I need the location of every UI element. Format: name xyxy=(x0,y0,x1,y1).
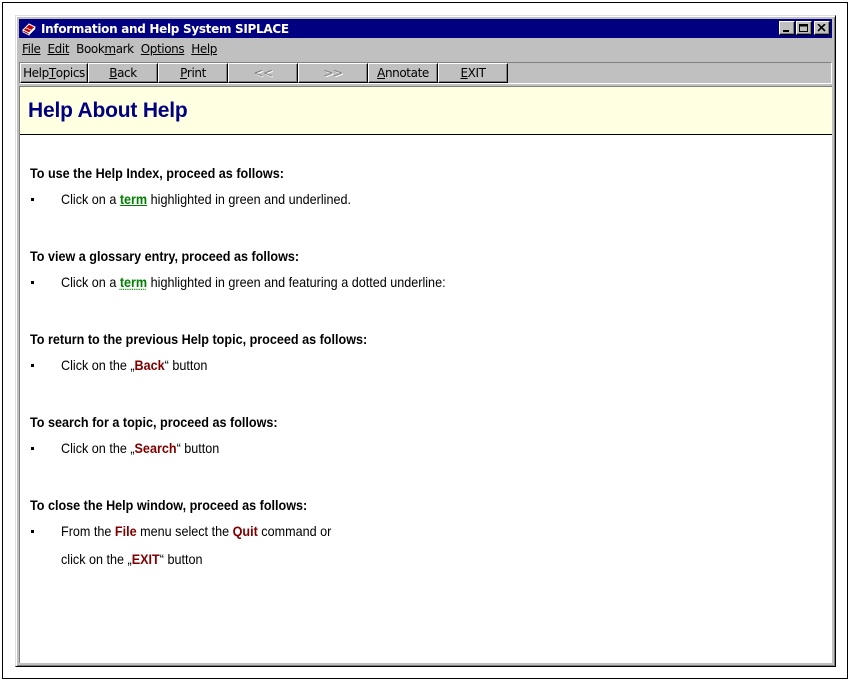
instruction-text: command or xyxy=(257,523,332,539)
close-icon xyxy=(817,24,826,32)
maximize-button[interactable] xyxy=(796,21,812,35)
previous-label: << xyxy=(253,66,273,80)
instruction-text: Click on a xyxy=(61,274,120,290)
instruction-text: Click on a xyxy=(61,191,120,207)
bullet xyxy=(31,281,34,284)
help-topics-button[interactable]: Help Topics xyxy=(20,63,88,83)
menu-options[interactable]: Options xyxy=(138,42,189,56)
instruction-text: “ button xyxy=(176,440,220,456)
annotate-post: nnotate xyxy=(384,66,429,80)
menu-help[interactable]: Help xyxy=(188,42,221,56)
section-heading-close: To close the Help window, proceed as fol… xyxy=(30,497,308,513)
print-post: rint xyxy=(186,66,206,80)
term-link[interactable]: term xyxy=(120,191,147,207)
button-bar-filler xyxy=(508,63,831,83)
window-controls xyxy=(778,21,830,35)
next-label: >> xyxy=(323,66,343,80)
page-title: Help About Help xyxy=(28,99,188,122)
instruction-glossary: Click on a term highlighted in green and… xyxy=(61,274,446,290)
print-ul: P xyxy=(180,66,187,80)
exit-ul: E xyxy=(460,66,468,80)
instruction-text: Click on the „ xyxy=(61,357,135,373)
button-bar: Help Topics Back Print << >> Annotate EX… xyxy=(19,62,832,84)
next-button[interactable]: >> xyxy=(298,63,368,83)
bullet xyxy=(31,364,34,367)
menu-options-label: Options xyxy=(140,42,185,56)
annotate-ul: A xyxy=(377,66,385,80)
instruction-text: From the xyxy=(61,523,115,539)
menu-bookmark-pre: Book xyxy=(76,42,105,56)
topic-header: Help About Help xyxy=(20,87,832,135)
instruction-close: From the File menu select the Quit comma… xyxy=(61,523,331,539)
menu-edit-label: Edit xyxy=(47,42,70,56)
instruction-text: “ button xyxy=(159,551,203,567)
keyword-quit: Quit xyxy=(232,523,258,539)
back-ul: B xyxy=(109,66,118,80)
instruction-text: click on the „ xyxy=(61,551,132,567)
instruction-search: Click on the „Search“ button xyxy=(61,440,219,456)
instruction-text: Click on the „ xyxy=(61,440,135,456)
back-post: ack xyxy=(117,66,137,80)
book-icon xyxy=(22,22,36,36)
previous-button[interactable]: << xyxy=(228,63,298,83)
menu-file-label: File xyxy=(22,42,41,56)
menu-bookmark-ul: m xyxy=(104,42,116,56)
section-heading-back: To return to the previous Help topic, pr… xyxy=(30,331,368,347)
close-button[interactable] xyxy=(814,21,830,35)
print-button[interactable]: Print xyxy=(158,63,228,83)
keyword-back: Back xyxy=(134,357,165,373)
bullet xyxy=(31,198,34,201)
keyword-exit: EXIT xyxy=(131,551,160,567)
section-heading-help-index: To use the Help Index, proceed as follow… xyxy=(30,165,284,181)
menu-bookmark-post: ark xyxy=(115,42,134,56)
help-topics-ul: T xyxy=(48,66,56,80)
menu-bookmark[interactable]: Bookmark xyxy=(73,42,138,56)
maximize-icon xyxy=(799,24,808,32)
minimize-button[interactable] xyxy=(779,21,795,35)
menu-edit[interactable]: Edit xyxy=(44,42,73,56)
help-content-pane[interactable]: Help About Help To use the Help Index, p… xyxy=(19,86,832,663)
help-topics-pre: Help xyxy=(23,66,49,80)
menu-help-label: Help xyxy=(191,42,218,56)
section-heading-glossary: To view a glossary entry, proceed as fol… xyxy=(30,248,300,264)
instruction-back: Click on the „Back“ button xyxy=(61,357,207,373)
menu-file[interactable]: File xyxy=(19,42,44,56)
window-title: Information and Help System SIPLACE xyxy=(41,21,289,36)
title-bar[interactable]: Information and Help System SIPLACE xyxy=(19,19,832,38)
instruction-text: “ button xyxy=(164,357,208,373)
minimize-icon xyxy=(783,30,789,32)
keyword-file: File xyxy=(114,523,137,539)
menu-bar: File Edit Bookmark Options Help xyxy=(19,39,832,59)
section-heading-search: To search for a topic, proceed as follow… xyxy=(30,414,278,430)
glossary-term-link[interactable]: term xyxy=(120,274,147,290)
bullet xyxy=(31,530,34,533)
instruction-text: menu select the xyxy=(136,523,233,539)
exit-post: XIT xyxy=(467,66,486,80)
bullet xyxy=(31,447,34,450)
instruction-help-index: Click on a term highlighted in green and… xyxy=(61,191,351,207)
instruction-text: highlighted in green and underlined. xyxy=(147,191,352,207)
help-window: Information and Help System SIPLACE File… xyxy=(15,15,836,667)
annotate-button[interactable]: Annotate xyxy=(368,63,438,83)
instruction-text: highlighted in green and featuring a dot… xyxy=(147,274,446,290)
keyword-search: Search xyxy=(134,440,177,456)
exit-button[interactable]: E XIT xyxy=(438,63,508,83)
instruction-close-exit: click on the „EXIT“ button xyxy=(61,551,202,567)
help-topics-post: opics xyxy=(55,66,86,80)
back-button[interactable]: Back xyxy=(88,63,158,83)
